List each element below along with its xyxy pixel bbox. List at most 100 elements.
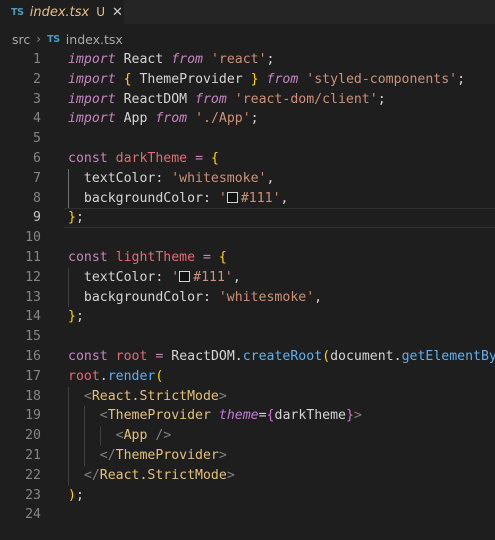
code-line[interactable]: 24 <box>0 505 495 525</box>
code-text: }; <box>68 208 84 228</box>
code-token: , <box>314 289 323 305</box>
code-line[interactable]: 7 textColor: 'whitesmoke', <box>0 168 495 189</box>
line-number: 22 <box>25 467 41 483</box>
code-token: textColor: <box>68 170 172 186</box>
code-text: const darkTheme = { <box>68 149 219 169</box>
code-line[interactable]: 22 </React.StrictMode> <box>0 465 495 486</box>
line-number: 5 <box>33 131 41 147</box>
code-line[interactable]: 19 <ThemeProvider theme={darkTheme}> <box>0 406 495 427</box>
code-token: , <box>232 269 241 285</box>
code-line[interactable]: 13 backgroundColor: 'whitesmoke', <box>0 287 495 308</box>
code-token: { <box>123 71 132 87</box>
untracked-status-badge: U <box>96 5 106 19</box>
code-token: render <box>107 368 156 384</box>
code-area[interactable]: 1 import React from 'react'; 2 import { The… <box>0 50 495 525</box>
code-token: ; <box>377 91 386 107</box>
code-token: backgroundColor: <box>68 190 219 206</box>
code-line[interactable]: 1 import React from 'react'; <box>0 50 495 70</box>
code-token: textColor: <box>68 269 172 285</box>
line-number: 15 <box>25 329 41 345</box>
code-token: ; <box>75 487 84 503</box>
code-token: { <box>218 249 227 265</box>
code-token: { <box>210 150 219 166</box>
line-number: 6 <box>33 150 41 166</box>
code-token: lightTheme <box>115 249 196 265</box>
code-text: <React.StrictMode> <box>68 387 227 407</box>
code-token: ( <box>155 368 164 384</box>
code-text: textColor: 'whitesmoke', <box>68 169 275 189</box>
code-token: > <box>226 467 235 483</box>
code-line[interactable]: 10 <box>0 228 495 248</box>
breadcrumb-folder-src[interactable]: src <box>12 32 30 47</box>
code-token: from <box>195 91 227 107</box>
breadcrumb-file[interactable]: index.tsx <box>66 32 123 47</box>
code-token: from <box>155 111 188 127</box>
code-line[interactable]: 17 root.render( <box>0 367 495 387</box>
code-line[interactable]: 21 </ThemeProvider> <box>0 445 495 466</box>
code-token: 'whitesmoke' <box>171 170 267 186</box>
code-token: 'react' <box>210 52 267 67</box>
line-number: 12 <box>25 269 41 285</box>
color-swatch[interactable] <box>179 270 191 282</box>
close-icon[interactable]: ✕ <box>112 5 123 20</box>
code-line[interactable]: 16 const root = ReactDOM.createRoot(docum… <box>0 347 495 367</box>
code-line[interactable]: 11 const lightTheme = { <box>0 248 495 268</box>
code-text: import { ThemeProvider } from 'styled-co… <box>68 70 465 90</box>
code-token: const <box>68 150 108 166</box>
code-line[interactable]: 14}; <box>0 307 495 327</box>
code-line[interactable]: 8 backgroundColor: ' #111', <box>0 188 495 209</box>
code-text: </ThemeProvider> <box>68 446 227 466</box>
code-line[interactable]: 20 <App /> <box>0 426 495 446</box>
chevron-right-icon: › <box>36 32 42 46</box>
code-token: import <box>68 52 116 67</box>
line-number: 23 <box>25 487 41 503</box>
code-line[interactable]: 9}; <box>0 208 495 229</box>
code-line[interactable]: 15 <box>0 327 495 347</box>
code-token: } <box>250 71 259 87</box>
code-text: <App /> <box>68 426 172 446</box>
code-token: </ <box>83 467 100 483</box>
code-token: ; <box>266 52 275 67</box>
code-line[interactable]: 2 import { ThemeProvider } from 'styled-c… <box>0 70 495 90</box>
code-token: React <box>115 52 172 67</box>
line-number: 9 <box>33 210 41 226</box>
line-number: 10 <box>25 230 41 246</box>
typescript-file-icon: TS <box>47 33 60 45</box>
line-number: 20 <box>25 428 41 444</box>
code-token: backgroundColor: <box>68 289 219 305</box>
code-text: root.render( <box>68 367 163 387</box>
code-token: darkTheme <box>274 408 346 424</box>
code-line[interactable]: 12 textColor: ' #111', <box>0 267 495 288</box>
tab-index-tsx[interactable]: TS index.tsx U ✕ <box>0 0 124 24</box>
code-line[interactable]: 18 <React.StrictMode> <box>0 386 495 407</box>
code-text: backgroundColor: 'whitesmoke', <box>68 288 322 308</box>
code-line[interactable]: 5 <box>0 129 495 149</box>
code-token: ThemeProvider <box>131 71 251 87</box>
code-token: App <box>115 111 156 127</box>
code-token: { <box>266 408 275 424</box>
current-line-highlight <box>64 208 495 229</box>
breadcrumb: src › TS index.tsx <box>0 28 123 50</box>
code-token: ; <box>75 210 84 226</box>
code-token: document. <box>330 348 402 364</box>
code-line[interactable]: 6 const darkTheme = { <box>0 149 495 169</box>
line-number: 1 <box>33 52 41 67</box>
code-line[interactable]: 3 import ReactDOM from 'react-dom/client'… <box>0 90 495 110</box>
code-line[interactable]: 23); <box>0 486 495 506</box>
code-token: ) <box>68 487 76 503</box>
code-token: > <box>218 388 227 404</box>
line-number: 8 <box>33 190 41 206</box>
color-swatch[interactable] <box>226 191 238 203</box>
code-token: = <box>203 249 211 265</box>
code-line[interactable]: 4 import App from './App'; <box>0 109 495 129</box>
code-token: root <box>68 368 100 384</box>
